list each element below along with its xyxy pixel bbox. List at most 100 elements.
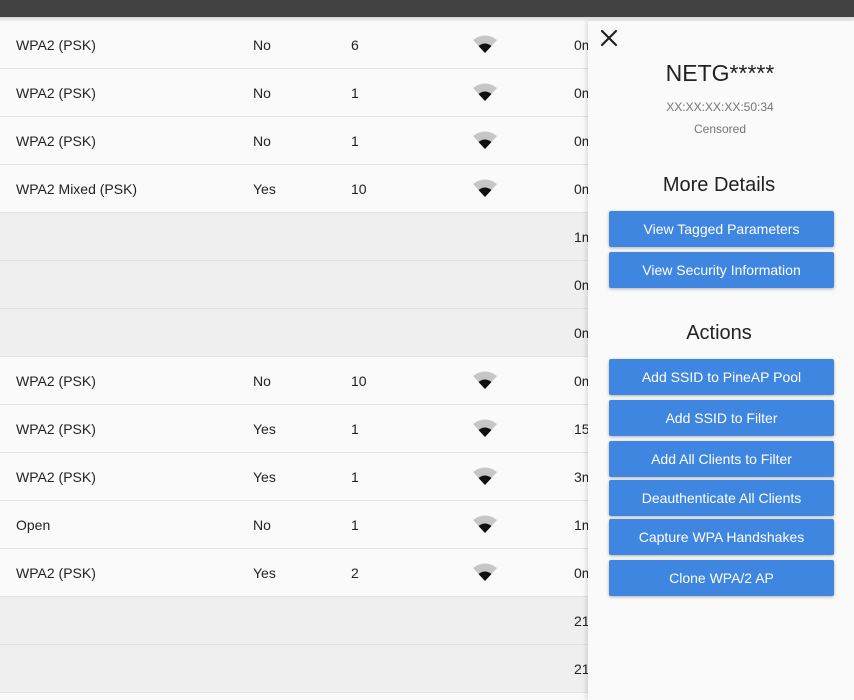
last-seen-cell: 21 [574, 613, 588, 629]
deauthenticate-all-clients-button[interactable]: Deauthenticate All Clients [609, 480, 834, 516]
wps-cell: No [253, 37, 271, 53]
channel-cell: 6 [351, 37, 359, 53]
view-tagged-parameters-button[interactable]: View Tagged Parameters [609, 211, 834, 247]
wps-cell [253, 309, 333, 356]
channel-cell: 2 [351, 565, 359, 581]
wifi-signal-icon [473, 371, 497, 389]
encryption-cell: WPA2 (PSK) [16, 469, 96, 485]
ssid-title: NETG***** [665, 60, 775, 86]
encryption-cell: WPA2 (PSK) [16, 37, 96, 53]
wps-cell: No [253, 517, 271, 533]
wps-cell: Yes [253, 421, 276, 437]
channel-cell [351, 261, 431, 308]
table-row[interactable]: WPA2 (PSK) Yes 2 0m [0, 549, 588, 597]
channel-cell [351, 645, 431, 692]
table-row[interactable]: 0m [0, 261, 588, 309]
wifi-signal-icon [473, 419, 497, 437]
channel-cell: 1 [351, 421, 359, 437]
vendor-text: Censored [693, 122, 747, 136]
signal-cell [472, 549, 500, 596]
signal-cell [472, 501, 500, 548]
table-row[interactable]: WPA2 (PSK) Yes 1 3m [0, 453, 588, 501]
wifi-signal-icon [473, 35, 497, 53]
encryption-cell: WPA2 (PSK) [16, 373, 96, 389]
signal-cell [472, 645, 500, 692]
channel-cell: 10 [351, 181, 367, 197]
table-row[interactable]: WPA2 (PSK) Yes 1 15 [0, 405, 588, 453]
signal-cell [472, 165, 500, 212]
channel-cell: 10 [351, 373, 367, 389]
encryption-cell [16, 261, 236, 308]
channel-cell [351, 597, 431, 644]
last-seen-cell: 0m [574, 37, 588, 53]
table-row[interactable]: 21 [0, 645, 588, 693]
table-row[interactable]: WPA2 (PSK) No 10 0m [0, 357, 588, 405]
access-point-details-panel: NETG***** XX:XX:XX:XX:50:34 Censored Mor… [588, 21, 854, 700]
capture-wpa-handshakes-button[interactable]: Capture WPA Handshakes [609, 519, 834, 555]
signal-cell [472, 261, 500, 308]
wps-cell: No [253, 85, 271, 101]
last-seen-cell: 0m [574, 181, 588, 197]
actions-heading: Actions [686, 322, 752, 344]
signal-cell [472, 309, 500, 356]
more-details-heading: More Details [662, 174, 776, 196]
last-seen-cell: 3m [574, 469, 588, 485]
bssid-text: XX:XX:XX:XX:50:34 [666, 100, 774, 114]
wifi-signal-icon [473, 131, 497, 149]
wifi-signal-icon [473, 179, 497, 197]
add-ssid-to-pineap-pool-button[interactable]: Add SSID to PineAP Pool [609, 359, 834, 395]
encryption-cell [16, 309, 236, 356]
last-seen-cell: 1m [574, 229, 588, 245]
wps-cell: Yes [253, 565, 276, 581]
last-seen-cell: 0m [574, 325, 588, 341]
table-row[interactable]: WPA2 Mixed (PSK) Yes 10 0m [0, 165, 588, 213]
wps-cell: No [253, 373, 271, 389]
signal-cell [472, 357, 500, 404]
table-row[interactable]: WPA2 (PSK) No 1 0m [0, 69, 588, 117]
wps-cell [253, 597, 333, 644]
wps-cell [253, 645, 333, 692]
signal-cell [472, 213, 500, 260]
wifi-signal-icon [473, 83, 497, 101]
signal-cell [472, 69, 500, 116]
last-seen-cell: 0m [574, 373, 588, 389]
table-row[interactable]: Open No 1 1m [0, 501, 588, 549]
encryption-cell: WPA2 Mixed (PSK) [16, 181, 138, 197]
wps-cell [253, 261, 333, 308]
table-row[interactable]: 21 [0, 597, 588, 645]
access-point-table: WPA2 (PSK) No 6 0m WPA2 (PSK) No 1 0m WPA2 (PSK)… [0, 21, 588, 693]
close-icon[interactable] [598, 27, 620, 49]
last-seen-cell: 0m [574, 277, 588, 293]
table-row[interactable]: WPA2 (PSK) No 6 0m [0, 21, 588, 69]
last-seen-cell: 0m [574, 565, 588, 581]
signal-cell [472, 405, 500, 452]
wifi-signal-icon [473, 467, 497, 485]
wifi-signal-icon [473, 515, 497, 533]
wifi-signal-icon [473, 563, 497, 581]
channel-cell: 1 [351, 517, 359, 533]
wps-cell: No [253, 133, 271, 149]
add-ssid-to-filter-button[interactable]: Add SSID to Filter [609, 400, 834, 436]
view-security-information-button[interactable]: View Security Information [609, 252, 834, 288]
clone-wpa2-ap-button[interactable]: Clone WPA/2 AP [609, 560, 834, 596]
channel-cell [351, 213, 431, 260]
last-seen-cell: 1m [574, 517, 588, 533]
channel-cell [351, 309, 431, 356]
table-row[interactable]: 1m [0, 213, 588, 261]
signal-cell [472, 117, 500, 164]
encryption-cell: WPA2 (PSK) [16, 85, 96, 101]
channel-cell: 1 [351, 469, 359, 485]
encryption-cell [16, 213, 236, 260]
wps-cell: Yes [253, 469, 276, 485]
encryption-cell [16, 597, 236, 644]
last-seen-cell: 21 [574, 661, 588, 677]
top-app-bar [0, 0, 854, 17]
table-row[interactable]: WPA2 (PSK) No 1 0m [0, 117, 588, 165]
encryption-cell: WPA2 (PSK) [16, 133, 96, 149]
encryption-cell: Open [16, 517, 51, 533]
add-all-clients-to-filter-button[interactable]: Add All Clients to Filter [609, 441, 834, 477]
encryption-cell: WPA2 (PSK) [16, 565, 96, 581]
table-row[interactable]: 0m [0, 309, 588, 357]
encryption-cell [16, 645, 236, 692]
wps-cell: Yes [253, 181, 276, 197]
